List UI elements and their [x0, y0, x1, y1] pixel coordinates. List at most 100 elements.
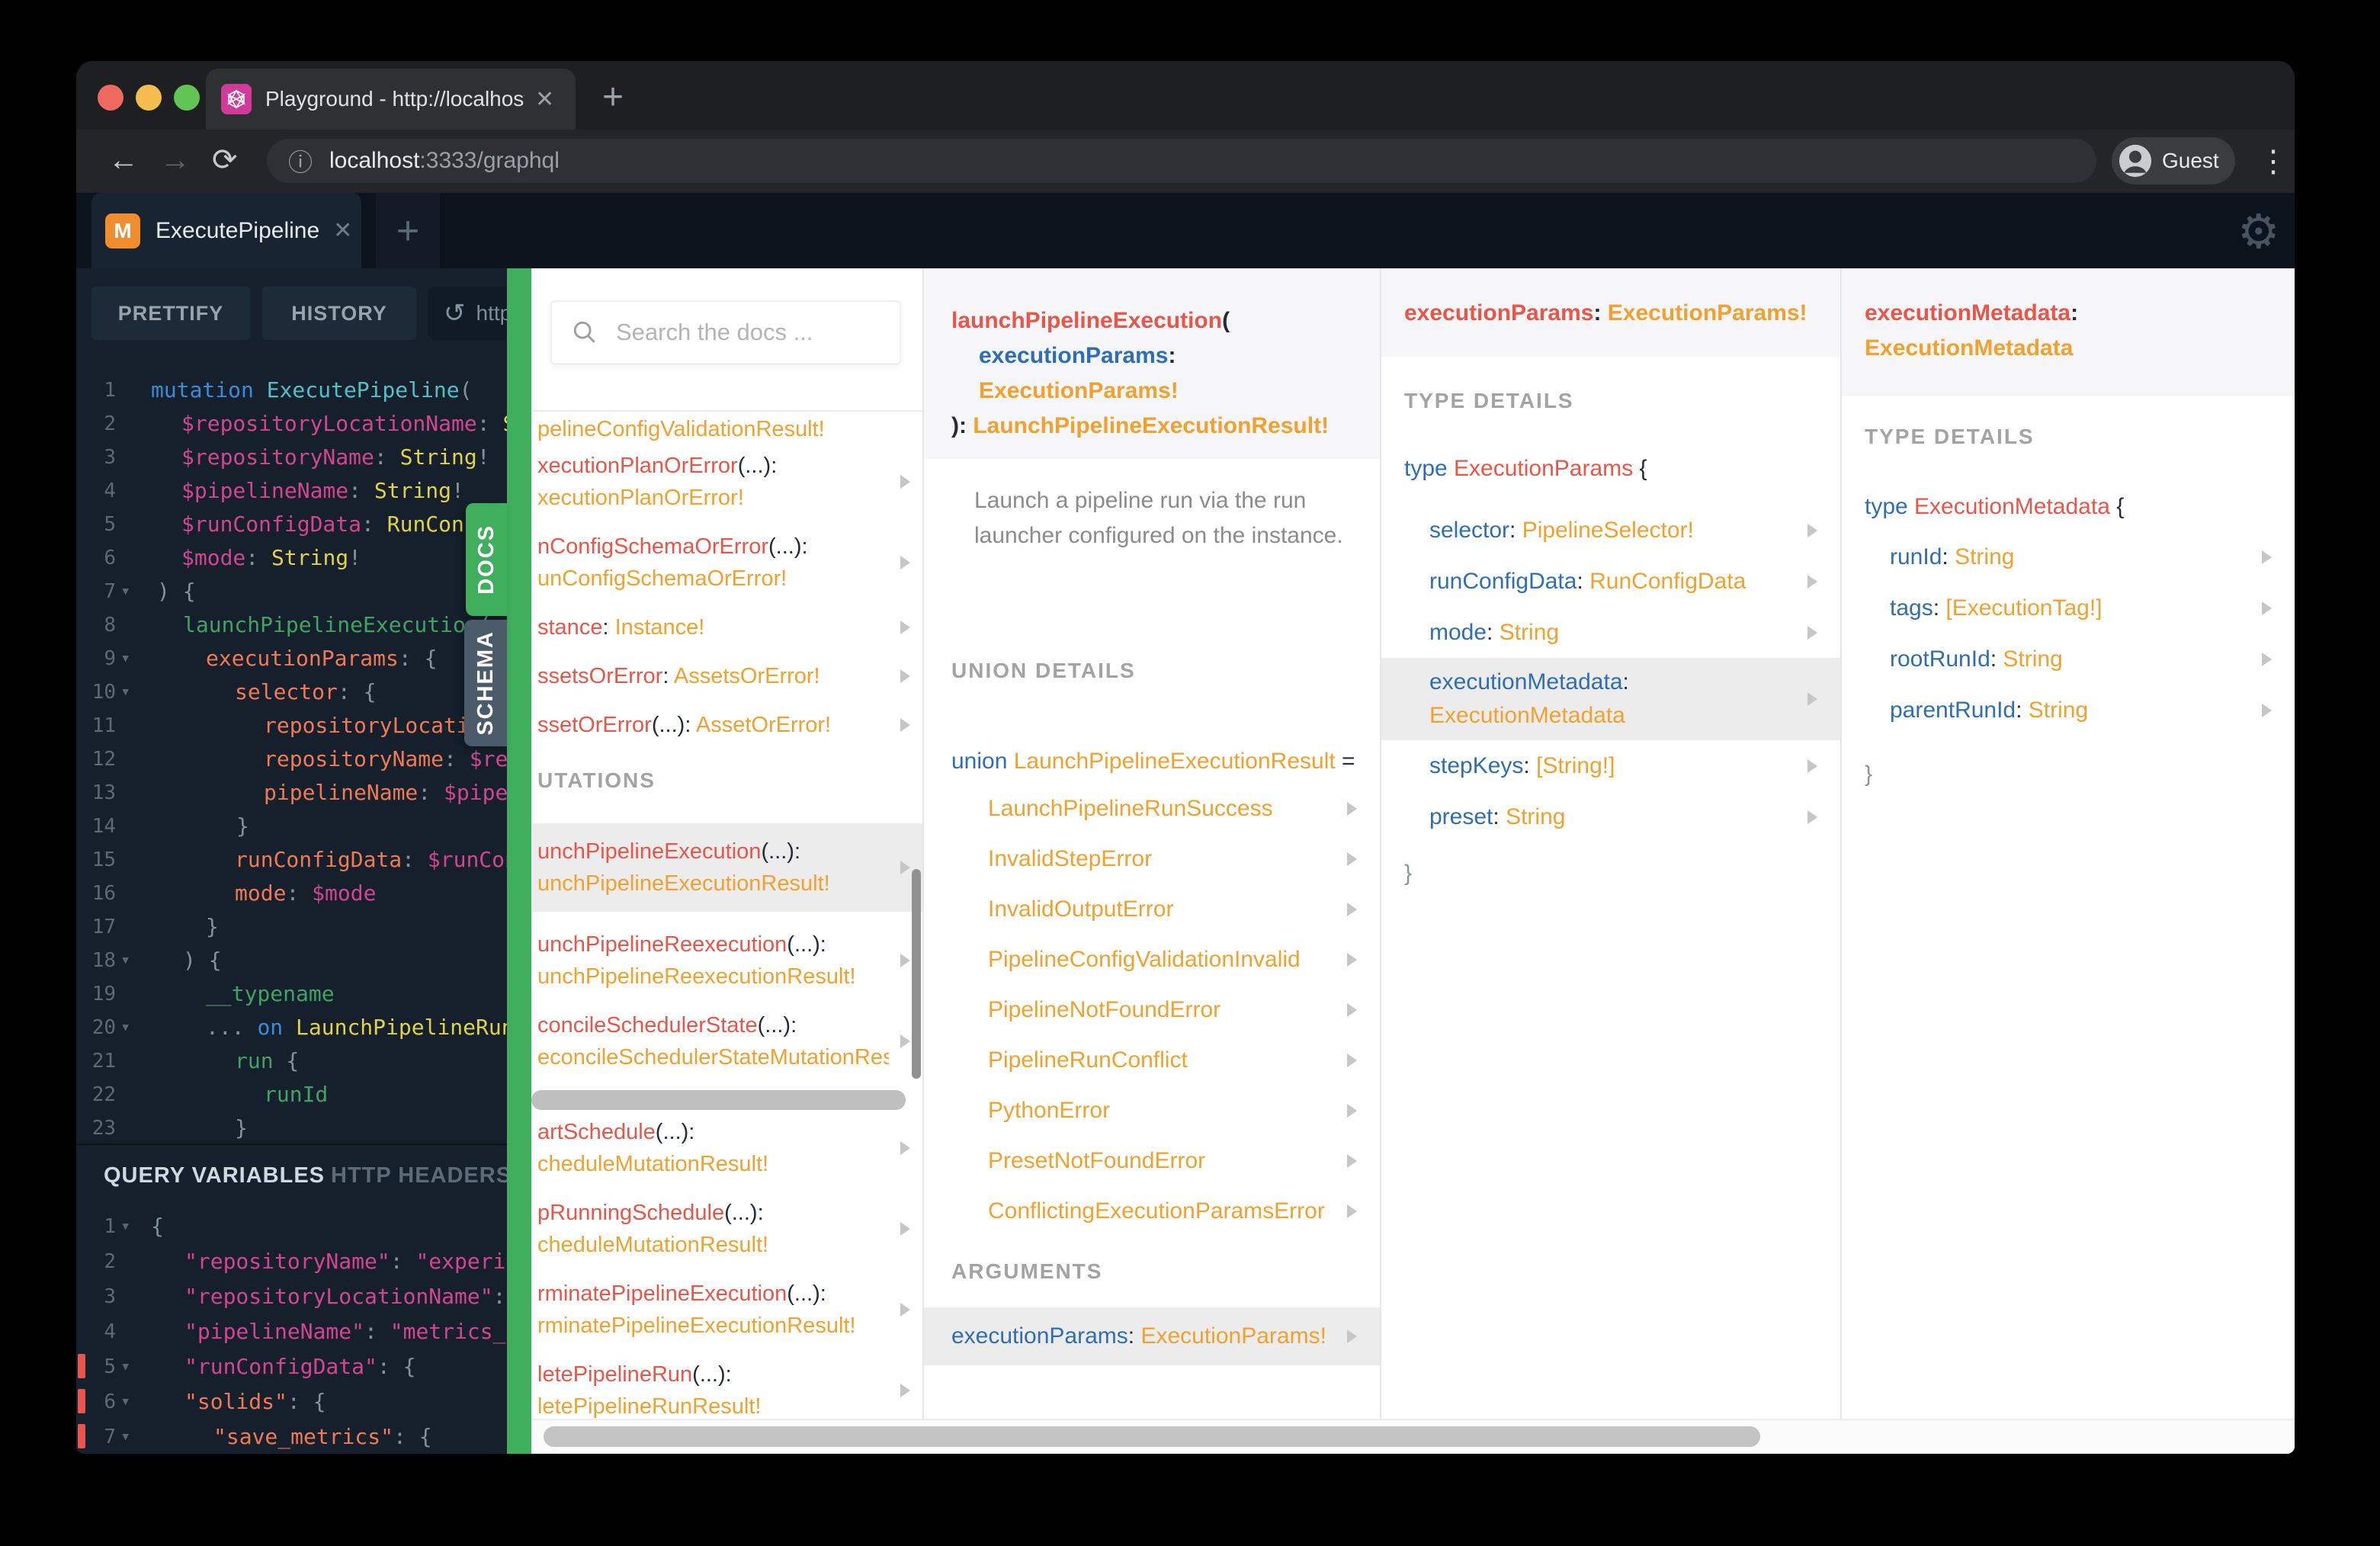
query-editor-pane[interactable]: PRETTIFY HISTORY ↺ http://loc 1mutation …: [76, 268, 531, 1454]
docs-field-item[interactable]: unchPipelineExecution(...): unchPipelineE…: [531, 823, 922, 912]
union-member-item[interactable]: ConflictingExecutionParamsError: [924, 1186, 1380, 1236]
line-number: 3: [104, 446, 116, 469]
type-field-item[interactable]: preset: String: [1381, 791, 1840, 842]
close-tab-icon[interactable]: ✕: [535, 86, 554, 113]
back-icon[interactable]: ←: [108, 130, 139, 193]
browser-tab[interactable]: Playground - http://localhost:3 ✕: [206, 69, 576, 130]
playground-tab-executepipeline[interactable]: M ExecutePipeline ✕: [91, 193, 361, 268]
code-line: 7 ▾ "save_metrics": {: [76, 1419, 531, 1454]
query-variables-panel: QUERY VARIABLES HTTP HEADERS 1 ▾{2 "reposi…: [76, 1145, 531, 1454]
docs-explorer: Search the docs ... pelineConfigValidati…: [531, 268, 2295, 1454]
type-field-item[interactable]: executionMetadata: ExecutionMetadata: [1381, 658, 1840, 740]
traffic-minimize-icon[interactable]: [136, 85, 162, 111]
settings-gear-icon[interactable]: ⚙: [2237, 204, 2280, 259]
union-member-item[interactable]: PresetNotFoundError: [924, 1136, 1380, 1186]
docs-field-item[interactable]: stance: Instance!: [531, 611, 922, 643]
list-horizontal-scrollbar-thumb[interactable]: [531, 1090, 906, 1110]
union-member-item[interactable]: PipelineNotFoundError: [924, 985, 1380, 1035]
type-field-item[interactable]: stepKeys: [String!]: [1381, 740, 1840, 791]
fold-arrow-icon[interactable]: ▾: [120, 1419, 130, 1454]
type-field-item[interactable]: runId: String: [1842, 531, 2295, 582]
fold-arrow-icon[interactable]: ▾: [120, 575, 130, 608]
type-field-item[interactable]: tags: [ExecutionTag!]: [1842, 582, 2295, 633]
reset-endpoint-icon[interactable]: ↺: [444, 298, 466, 329]
profile-button[interactable]: Guest: [2112, 137, 2235, 184]
url-bar[interactable]: ⓘ localhost:3333/graphql: [267, 139, 2096, 183]
code-line: 23}: [76, 1111, 531, 1145]
line-number: 2: [104, 1250, 116, 1273]
fold-arrow-icon[interactable]: ▾: [120, 1384, 130, 1419]
code-line: 15runConfigData: $runConfigData: [76, 843, 531, 877]
docs-search-input[interactable]: Search the docs ...: [550, 300, 901, 364]
site-info-icon[interactable]: ⓘ: [288, 143, 313, 178]
type-field-item[interactable]: mode: String: [1381, 607, 1840, 658]
fold-arrow-icon[interactable]: ▾: [120, 1011, 130, 1044]
clipped-list-item[interactable]: pelineConfigValidationResult!: [531, 413, 922, 445]
code-line: 1 mutation ExecutePipeline(: [76, 374, 531, 407]
docs-vertical-scrollbar[interactable]: [912, 869, 921, 1079]
traffic-close-icon[interactable]: [98, 85, 123, 111]
code-line: 7 ▾) {: [76, 575, 531, 608]
docs-field-item[interactable]: unchPipelineReexecution(...): unchPipelin…: [531, 929, 922, 993]
line-number: 2: [104, 412, 116, 435]
union-members-list: LaunchPipelineRunSuccess InvalidStepError…: [924, 784, 1380, 1236]
docs-field-item[interactable]: pRunningSchedule(...): cheduleMutationRes…: [531, 1197, 922, 1261]
docs-field-item[interactable]: letePipelineRun(...): letePipelineRunResu…: [531, 1358, 922, 1423]
code-line: 22 runId: [76, 1078, 531, 1111]
tab-schema[interactable]: SCHEMA: [464, 620, 507, 746]
fold-arrow-icon[interactable]: ▾: [120, 675, 130, 709]
new-playground-tab-button[interactable]: +: [376, 193, 440, 268]
browser-menu-icon[interactable]: ⋮: [2258, 134, 2289, 189]
type-field-item[interactable]: rootRunId: String: [1842, 633, 2295, 685]
docs-horizontal-scrollbar-track[interactable]: [531, 1419, 2295, 1454]
docs-field-item[interactable]: artSchedule(...): cheduleMutationResult!: [531, 1116, 922, 1180]
line-number: 6: [104, 1390, 116, 1413]
docs-edge-strip[interactable]: [507, 268, 531, 1454]
variables-code[interactable]: 1▾{2"repositoryName": "experimental"3"re…: [76, 1209, 531, 1454]
union-member-item[interactable]: InvalidOutputError: [924, 884, 1380, 935]
union-member-item[interactable]: InvalidStepError: [924, 834, 1380, 884]
section-header: UTATIONS: [537, 768, 656, 792]
docs-field-item[interactable]: rminatePipelineExecution(...): rminatePip…: [531, 1278, 922, 1342]
fold-arrow-icon[interactable]: ▾: [120, 1209, 130, 1244]
line-number: 17: [91, 916, 116, 938]
close-playground-tab-icon[interactable]: ✕: [333, 217, 352, 244]
tab-docs[interactable]: DOCS: [466, 503, 507, 616]
type-field-item[interactable]: runConfigData: RunConfigData: [1381, 556, 1840, 607]
docs-field-item[interactable]: ssetOrError(...): AssetOrError!: [531, 709, 922, 741]
tab-query-variables[interactable]: QUERY VARIABLES: [104, 1163, 325, 1188]
tab-http-headers[interactable]: HTTP HEADERS: [331, 1163, 512, 1188]
argument-row-executionparams[interactable]: executionParams: ExecutionParams!: [924, 1307, 1380, 1365]
signature-line: ExecutionMetadata: [1865, 335, 2074, 361]
type-field-item[interactable]: selector: PipelineSelector!: [1381, 505, 1840, 556]
expand-arrow-icon: [1347, 1204, 1357, 1218]
query-code[interactable]: 1 mutation ExecutePipeline(2 $repositoryLo…: [76, 374, 531, 1145]
reload-icon[interactable]: ⟳: [212, 130, 238, 193]
fold-arrow-icon[interactable]: ▾: [120, 944, 130, 977]
traffic-zoom-icon[interactable]: [174, 85, 200, 111]
docs-field-item[interactable]: ssetsOrError: AssetsOrError!: [531, 660, 922, 692]
close-brace: }: [1404, 861, 1413, 886]
signature-line: ExecutionParams!: [979, 378, 1179, 403]
browser-toolbar: ← → ⟳ ⓘ localhost:3333/graphql Guest ⋮: [76, 130, 2295, 193]
line-number: 23: [91, 1117, 116, 1140]
union-member-item[interactable]: PipelineConfigValidationInvalid: [924, 935, 1380, 985]
expand-arrow-icon: [1807, 574, 1817, 589]
new-tab-button[interactable]: +: [602, 75, 624, 120]
history-button[interactable]: HISTORY: [262, 287, 416, 340]
union-member-item[interactable]: PythonError: [924, 1086, 1380, 1136]
line-number: 4: [104, 480, 116, 502]
code-line: 10 ▾ selector: {: [76, 675, 531, 709]
union-member-item[interactable]: LaunchPipelineRunSuccess: [924, 784, 1380, 834]
type-field-item[interactable]: parentRunId: String: [1842, 685, 2295, 736]
docs-field-item[interactable]: concileSchedulerState(...): econcileSched…: [531, 1009, 922, 1073]
fold-arrow-icon[interactable]: ▾: [120, 642, 130, 675]
prettify-button[interactable]: PRETTIFY: [91, 287, 250, 340]
fold-arrow-icon[interactable]: ▾: [120, 1349, 130, 1384]
docs-field-item[interactable]: nConfigSchemaOrError(...): unConfigSchema…: [531, 531, 922, 595]
docs-field-item[interactable]: xecutionPlanOrError(...): xecutionPlanOrE…: [531, 450, 922, 514]
docs-horizontal-scrollbar-thumb[interactable]: [544, 1426, 1760, 1447]
union-member-item[interactable]: PipelineRunConflict: [924, 1035, 1380, 1086]
search-placeholder: Search the docs ...: [616, 319, 813, 345]
forward-icon[interactable]: →: [160, 130, 191, 193]
